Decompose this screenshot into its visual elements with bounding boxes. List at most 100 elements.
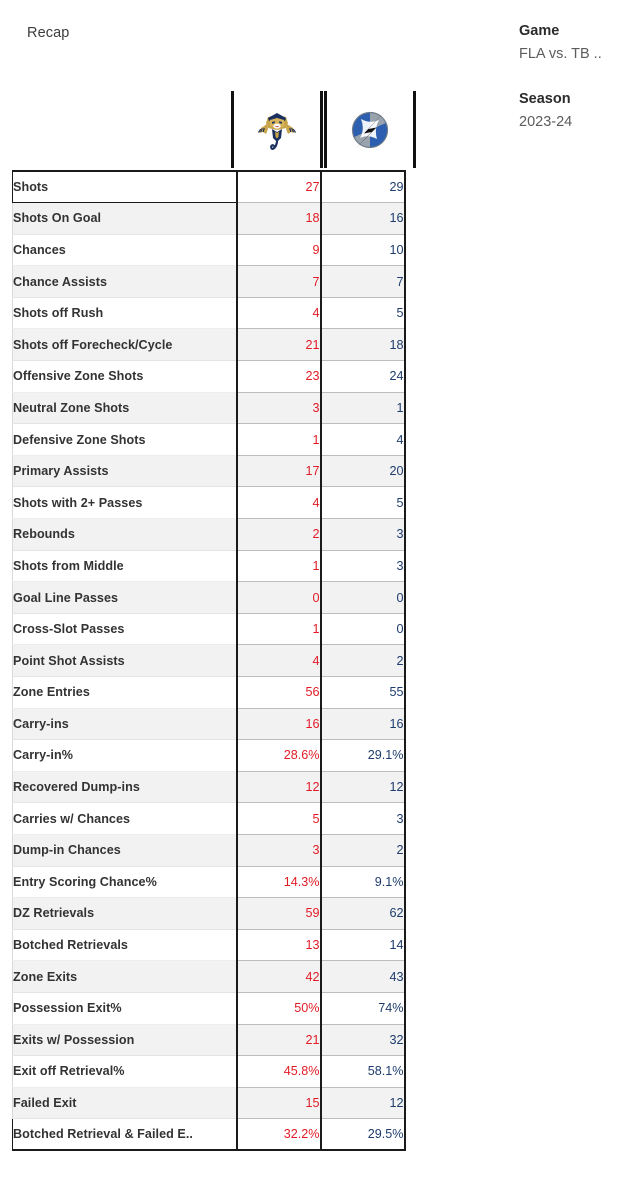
side-panel: Game FLA vs. TB .. Season 2023-24 <box>519 22 644 158</box>
stat-label: Primary Assists <box>12 455 237 488</box>
stat-value-home: 27 <box>235 170 321 204</box>
stat-value-home: 14.3% <box>235 865 321 899</box>
stat-label: Botched Retrieval & Failed E.. <box>12 1118 237 1152</box>
stat-label: DZ Retrievals <box>12 897 237 930</box>
stat-label: Shots with 2+ Passes <box>12 486 237 520</box>
table-row: Shots with 2+ Passes 4 5 <box>12 486 406 520</box>
stat-value-home: 45.8% <box>235 1055 321 1088</box>
table-row: Dump-in Chances 3 2 <box>12 833 406 867</box>
stat-value-home: 5 <box>235 802 321 835</box>
stat-value-home: 2 <box>235 518 321 551</box>
table-row: Zone Entries 56 55 <box>12 676 406 709</box>
game-filter[interactable]: Game FLA vs. TB .. <box>519 22 644 65</box>
stat-value-home: 1 <box>235 612 321 646</box>
stat-label: Goal Line Passes <box>12 581 237 614</box>
stat-value-away: 58.1% <box>319 1055 406 1088</box>
table-row: Shots off Forecheck/Cycle 21 18 <box>12 328 406 362</box>
table-row: Recovered Dump-ins 12 12 <box>12 770 406 804</box>
table-row: Chance Assists 7 7 <box>12 265 406 298</box>
stat-value-home: 4 <box>235 296 321 330</box>
stat-value-home: 56 <box>235 676 321 709</box>
stat-value-home: 18 <box>235 202 321 235</box>
stat-value-away: 16 <box>319 202 406 235</box>
stat-label: Shots On Goal <box>12 202 237 235</box>
stat-value-home: 59 <box>235 897 321 930</box>
stat-value-home: 50% <box>235 991 321 1025</box>
stat-value-home: 17 <box>235 454 321 488</box>
table-row: DZ Retrievals 59 62 <box>12 897 406 930</box>
stat-value-home: 3 <box>235 833 321 867</box>
table-row: Neutral Zone Shots 3 1 <box>12 391 406 425</box>
table-row: Primary Assists 17 20 <box>12 454 406 488</box>
table-row: Chances 9 10 <box>12 233 406 267</box>
table-row: Carry-ins 16 16 <box>12 707 406 741</box>
stat-value-away: 16 <box>319 707 406 741</box>
stat-value-away: 12 <box>319 1086 406 1120</box>
stat-value-away: 29.5% <box>319 1118 406 1152</box>
stat-value-away: 10 <box>319 233 406 267</box>
stat-value-home: 21 <box>235 328 321 362</box>
table-row: Offensive Zone Shots 23 24 <box>12 360 406 393</box>
stat-label: Shots off Forecheck/Cycle <box>12 328 237 362</box>
stat-value-away: 0 <box>319 612 406 646</box>
team-header-cell-home <box>231 91 323 168</box>
stat-value-away: 43 <box>319 960 406 993</box>
stat-label: Botched Retrievals <box>12 929 237 962</box>
stat-value-away: 29.1% <box>319 739 406 772</box>
stat-value-home: 4 <box>235 486 321 520</box>
table-row: Botched Retrieval & Failed E.. 32.2% 29.5% <box>12 1118 406 1152</box>
stat-value-home: 15 <box>235 1086 321 1120</box>
stat-value-home: 16 <box>235 707 321 741</box>
stat-value-away: 3 <box>319 802 406 835</box>
stat-value-away: 29 <box>319 170 406 204</box>
table-row: Failed Exit 15 12 <box>12 1086 406 1120</box>
table-row: Rebounds 2 3 <box>12 518 406 551</box>
stat-label: Chances <box>12 234 237 267</box>
stat-value-away: 18 <box>319 328 406 362</box>
stat-value-away: 74% <box>319 991 406 1025</box>
stat-value-home: 21 <box>235 1023 321 1057</box>
team-header-cell-away <box>324 91 416 168</box>
stat-label: Offensive Zone Shots <box>12 360 237 393</box>
table-row: Goal Line Passes 0 0 <box>12 581 406 614</box>
table-row: Exit off Retrieval% 45.8% 58.1% <box>12 1055 406 1088</box>
stat-value-home: 23 <box>235 360 321 393</box>
game-filter-value[interactable]: FLA vs. TB .. <box>519 44 644 65</box>
stat-label: Failed Exit <box>12 1087 237 1120</box>
stat-label: Cross-Slot Passes <box>12 613 237 646</box>
stat-label: Exit off Retrieval% <box>12 1055 237 1088</box>
table-row: Carry-in% 28.6% 29.1% <box>12 739 406 772</box>
stat-value-home: 28.6% <box>235 739 321 772</box>
stat-label: Neutral Zone Shots <box>12 392 237 425</box>
stat-value-away: 1 <box>319 391 406 425</box>
stat-label: Exits w/ Possession <box>12 1024 237 1057</box>
stat-value-away: 3 <box>319 518 406 551</box>
stat-label: Chance Assists <box>12 265 237 298</box>
table-row: Zone Exits 42 43 <box>12 960 406 993</box>
lightning-logo-icon <box>347 107 393 153</box>
stat-value-home: 0 <box>235 581 321 614</box>
stat-label: Carry-ins <box>12 708 237 741</box>
stat-value-away: 14 <box>319 928 406 962</box>
stat-value-home: 9 <box>235 233 321 267</box>
stat-value-away: 24 <box>319 360 406 393</box>
table-row: Entry Scoring Chance% 14.3% 9.1% <box>12 865 406 899</box>
stat-value-away: 0 <box>319 581 406 614</box>
table-row: Point Shot Assists 4 2 <box>12 644 406 677</box>
game-filter-label: Game <box>519 23 560 39</box>
season-filter-value[interactable]: 2023-24 <box>519 112 644 133</box>
table-row: Shots from Middle 1 3 <box>12 549 406 583</box>
stat-value-away: 2 <box>319 833 406 867</box>
stat-label: Shots off Rush <box>12 297 237 330</box>
team-logo-header <box>231 91 416 168</box>
table-row: Carries w/ Chances 5 3 <box>12 802 406 835</box>
stat-label: Carry-in% <box>12 739 237 772</box>
panthers-logo-icon <box>255 107 299 153</box>
stat-label: Zone Entries <box>12 676 237 709</box>
stat-label: Possession Exit% <box>12 992 237 1025</box>
stats-table-body: Shots 27 29 Shots On Goal 18 16 Chances 9 10 Chan… <box>12 170 406 1152</box>
stat-label: Defensive Zone Shots <box>12 423 237 456</box>
season-filter[interactable]: Season 2023-24 <box>519 90 644 133</box>
stat-value-away: 62 <box>319 897 406 930</box>
stat-value-away: 5 <box>319 296 406 330</box>
